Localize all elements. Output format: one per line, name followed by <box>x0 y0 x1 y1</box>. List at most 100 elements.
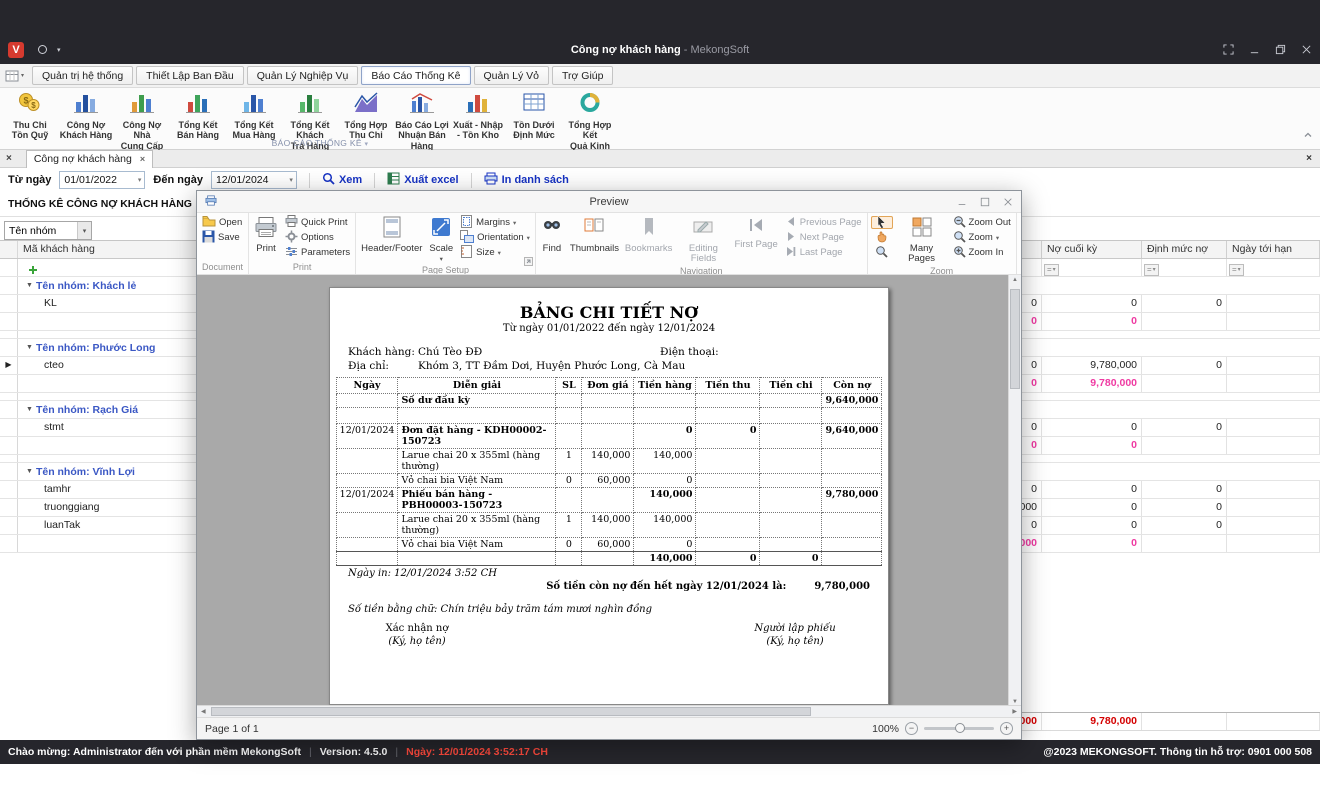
group-filter-select[interactable]: Tên nhóm▾ <box>4 221 92 240</box>
orientation-button[interactable]: Orientation▾ <box>458 231 532 244</box>
grand-total-cell: 9,780,000 <box>1042 713 1142 730</box>
ribbon-item-t-ng-k-t-b-n-h-ng[interactable]: Tổng KếtBán Hàng <box>170 90 226 141</box>
zoom-button[interactable]: Zoom▾ <box>951 231 1013 244</box>
filter-toolbar: Từ ngày 01/01/2022▾ Đến ngày 12/01/2024▾… <box>0 168 1320 192</box>
pagebg-button[interactable]: ▾ <box>1020 215 1021 250</box>
hand-button[interactable] <box>871 231 893 244</box>
tab-close-icon[interactable]: × <box>140 154 145 164</box>
preview-minimize-icon[interactable] <box>957 197 967 207</box>
filter-equals-icon[interactable]: =▾ <box>1044 264 1059 276</box>
report-cell: 140,000 <box>634 552 696 566</box>
ribbon-item-c-ng-n-kh-ch-h-ng[interactable]: Công NợKhách Hàng <box>58 90 114 141</box>
parameters-button[interactable]: Parameters <box>283 246 352 259</box>
zoom-out-button[interactable]: − <box>905 722 918 735</box>
many-pages-button[interactable]: Many Pages <box>896 215 948 265</box>
tabbar-close-icon[interactable]: × <box>1298 153 1320 164</box>
preview-maximize-icon[interactable] <box>980 197 990 207</box>
print-button[interactable]: Print <box>252 215 280 255</box>
dialog-launcher-icon[interactable] <box>524 253 533 271</box>
open-button[interactable]: Open <box>200 216 244 229</box>
zoom-in-button[interactable]: + <box>1000 722 1013 735</box>
scrollbar-thumb[interactable] <box>1010 289 1020 389</box>
report-cell <box>822 408 882 424</box>
report-cell: Vỏ chai bia Việt Nam <box>398 474 556 488</box>
bookmarks-button[interactable]: Bookmarks <box>623 215 675 255</box>
preview-vertical-scrollbar[interactable]: ▲ ▼ <box>1008 275 1021 707</box>
thumbnails-button[interactable]: Thumbnails <box>568 215 620 255</box>
ribbon-tab-qu-n-tr-h-th-ng[interactable]: Quản trị hệ thống <box>32 66 133 85</box>
ribbon-tab-b-o-c-o-th-ng-k[interactable]: Báo Cáo Thống Kê <box>361 66 470 85</box>
margins-button[interactable]: Margins▾ <box>458 216 532 229</box>
thumbs-icon <box>583 216 605 243</box>
close-icon[interactable] <box>1301 44 1312 55</box>
ribbon-tab-qu-n-l-nghi-p-v[interactable]: Quản Lý Nghiệp Vụ <box>247 66 359 85</box>
view-button[interactable]: Xem <box>322 172 362 188</box>
close-all-tabs-icon[interactable]: × <box>0 153 18 164</box>
ribbon-group-label: BÁO CÁO THỐNG KÊ ▾ <box>0 138 640 149</box>
group-label: Page Setup <box>359 264 532 275</box>
zoom-in-button[interactable]: Zoom In <box>951 246 1013 259</box>
filter-cell[interactable]: =▾ <box>1042 259 1142 276</box>
first-page-button[interactable]: First Page <box>732 215 779 251</box>
filter-cell[interactable]: =▾ <box>1142 259 1227 276</box>
print-list-button[interactable]: In danh sách <box>484 172 569 188</box>
pointer-button[interactable] <box>871 216 893 229</box>
preview-horizontal-scrollbar[interactable]: ◀ ▶ <box>197 705 1021 717</box>
next-page-button[interactable]: Next Page <box>783 231 864 244</box>
from-date-input[interactable]: 01/01/2022▾ <box>59 171 145 189</box>
quick-access-icon[interactable] <box>38 45 47 54</box>
collapse-triangle-icon[interactable]: ▼ <box>26 282 33 289</box>
export-excel-button[interactable]: Xuất excel <box>387 172 458 188</box>
restore-icon[interactable] <box>1275 44 1286 55</box>
report-cell <box>760 449 822 474</box>
zoom-slider-thumb[interactable] <box>955 723 965 733</box>
ribbon-collapse-button[interactable] <box>1302 127 1314 145</box>
filter-cell[interactable]: =▾ <box>1227 259 1320 276</box>
lens-button[interactable] <box>871 246 893 259</box>
chart1-icon <box>73 91 99 119</box>
quick-access-caret-icon[interactable]: ▾ <box>57 46 61 54</box>
collapse-triangle-icon[interactable]: ▼ <box>26 344 33 351</box>
ribbon-item-t-ng-k-t-mua-h-ng[interactable]: Tổng KếtMua Hàng <box>226 90 282 141</box>
app-logo-icon[interactable]: V <box>8 42 24 58</box>
ribbon-tab-qu-n-l-v[interactable]: Quản Lý Vỏ <box>474 66 549 85</box>
column-header-ng-y-t-i-h-n[interactable]: Ngày tới hạn <box>1227 241 1320 258</box>
ribbon-item-t-ng-h-p-thu-chi[interactable]: Tổng HợpThu Chi <box>338 90 394 141</box>
collapse-triangle-icon[interactable]: ▼ <box>26 406 33 413</box>
row-indicator <box>0 481 18 498</box>
report-col-ti-n-thu: Tiền thu <box>696 378 760 394</box>
fullscreen-icon[interactable] <box>1223 44 1234 55</box>
ribbon-item-xu-t-nh-p-t-n-kho[interactable]: Xuất - Nhập- Tồn Kho <box>450 90 506 141</box>
column-header-n-cu-i-k[interactable]: Nợ cuối kỳ <box>1042 241 1142 258</box>
quick-print-button[interactable]: Quick Print <box>283 216 352 229</box>
tab-cong-no-khach-hang[interactable]: Công nợ khách hàng × <box>26 150 153 168</box>
column-header-nh-m-c-n[interactable]: Định mức nợ <box>1142 241 1227 258</box>
save-button[interactable]: Save <box>200 231 244 244</box>
app-menu-icon[interactable]: ▾ <box>5 70 24 82</box>
report-cell <box>696 394 760 408</box>
ribbon-tab-tr-gi-p[interactable]: Trợ Giúp <box>552 66 614 85</box>
editing-fields-button[interactable]: Editing Fields <box>677 215 729 265</box>
report-cell: 12/01/2024 <box>336 488 398 513</box>
preview-close-icon[interactable] <box>1003 197 1013 207</box>
collapse-triangle-icon[interactable]: ▼ <box>26 468 33 475</box>
options-button[interactable]: Options <box>283 231 352 244</box>
to-date-input[interactable]: 12/01/2024▾ <box>211 171 297 189</box>
size-button[interactable]: Size▾ <box>458 246 532 259</box>
filter-equals-icon[interactable]: =▾ <box>1229 264 1244 276</box>
find-button[interactable]: Find <box>539 215 565 255</box>
zoom-slider[interactable] <box>924 727 994 730</box>
ribbon-item-t-n-d-i-nh-m-c[interactable]: Tồn DướiĐịnh Mức <box>506 90 562 141</box>
ribbon-tab-thi-t-l-p-ban-u[interactable]: Thiết Lập Ban Đầu <box>136 66 244 85</box>
ribbon-item-thu-chi-t-n-qu[interactable]: $$Thu ChiTồn Quỹ <box>2 90 58 141</box>
header-footer-button[interactable]: Header/Footer <box>359 215 424 255</box>
filter-equals-icon[interactable]: =▾ <box>1144 264 1159 276</box>
scrollbar-thumb[interactable] <box>211 707 811 716</box>
grand-total-cell <box>1227 713 1320 730</box>
previous-page-button[interactable]: Previous Page <box>783 216 864 229</box>
scale-button[interactable]: Scale▾ <box>427 215 455 264</box>
report-row: Số dư đầu kỳ9,640,000 <box>336 394 882 408</box>
last-page-button[interactable]: Last Page <box>783 246 864 259</box>
minimize-icon[interactable] <box>1249 44 1260 55</box>
zoom-out-button[interactable]: Zoom Out <box>951 216 1013 229</box>
